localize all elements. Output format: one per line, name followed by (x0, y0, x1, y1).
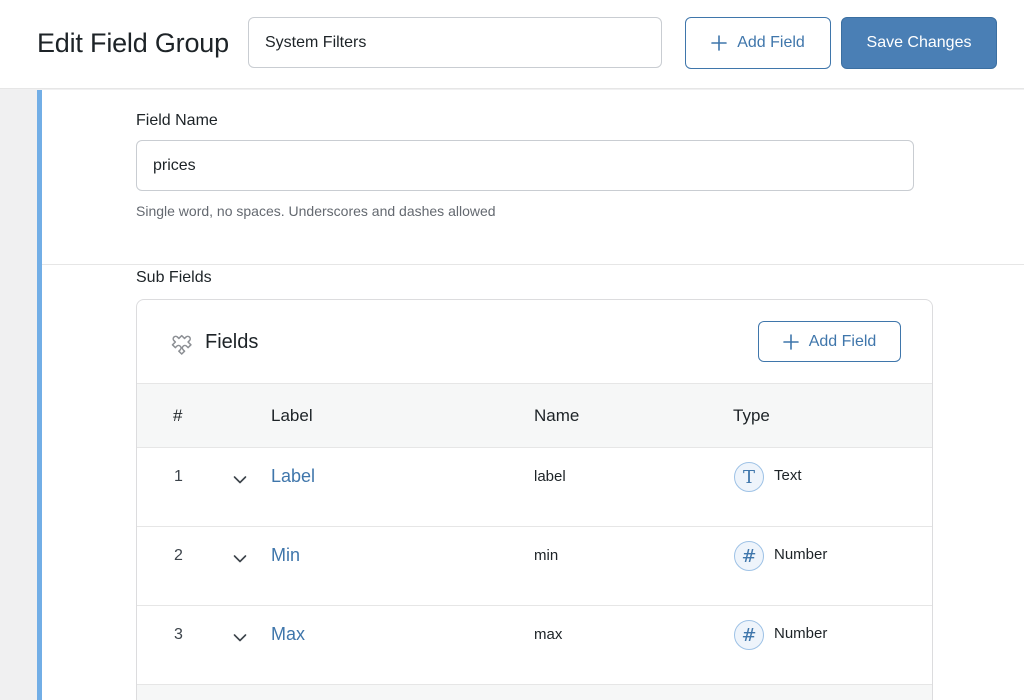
field-settings-panel: Field Name Single word, no spaces. Under… (42, 90, 1024, 700)
page-title: Edit Field Group (37, 28, 229, 58)
sub-fields-label: Sub Fields (136, 269, 212, 286)
column-header-index: # (173, 406, 183, 425)
column-header-name: Name (534, 406, 580, 425)
text-icon: T (734, 462, 764, 492)
number-icon: # (734, 541, 764, 571)
row-label-link[interactable]: Max (271, 624, 305, 645)
chevron-down-icon[interactable] (233, 630, 247, 642)
row-label-link[interactable]: Min (271, 545, 300, 566)
plus-icon (782, 333, 799, 350)
row-label-link[interactable]: Label (271, 466, 315, 487)
row-name: min (534, 547, 559, 564)
add-sub-field-label: Add Field (808, 332, 877, 350)
section-divider (42, 264, 1024, 265)
row-type: Text (774, 467, 802, 484)
row-name: max (534, 626, 563, 643)
table-header: # Label Name Type (137, 384, 932, 448)
column-header-type: Type (733, 406, 770, 425)
table-row[interactable]: 1 Label label T Text (137, 448, 932, 527)
plus-icon (711, 35, 728, 51)
sub-fields-panel: Fields Add Field # Label Name Type 1 Lab… (136, 299, 933, 700)
sub-fields-header: Fields Add Field (137, 300, 932, 384)
chevron-down-icon[interactable] (233, 551, 247, 563)
row-type: Number (774, 546, 828, 563)
row-index: 2 (174, 547, 183, 564)
puzzle-icon (168, 329, 194, 355)
row-type: Number (774, 625, 828, 642)
field-name-input[interactable] (136, 140, 914, 191)
table-row[interactable]: 3 Max max # Number (137, 606, 932, 685)
field-name-help: Single word, no spaces. Underscores and … (136, 203, 496, 219)
row-index: 3 (174, 626, 183, 643)
top-bar: Edit Field Group Add Field Save Changes (0, 0, 1024, 89)
add-sub-field-button[interactable]: Add Field (758, 321, 901, 362)
table-footer (137, 685, 932, 700)
row-name: label (534, 468, 566, 485)
chevron-down-icon[interactable] (233, 472, 247, 484)
add-field-label: Add Field (737, 34, 805, 51)
add-field-button[interactable]: Add Field (685, 17, 831, 69)
group-name-input[interactable] (248, 17, 662, 68)
fields-title: Fields (205, 331, 259, 353)
number-icon: # (734, 620, 764, 650)
field-name-label: Field Name (136, 112, 218, 129)
row-index: 1 (174, 468, 183, 485)
table-row[interactable]: 2 Min min # Number (137, 527, 932, 606)
column-header-label: Label (271, 406, 313, 425)
save-changes-button[interactable]: Save Changes (841, 17, 997, 69)
